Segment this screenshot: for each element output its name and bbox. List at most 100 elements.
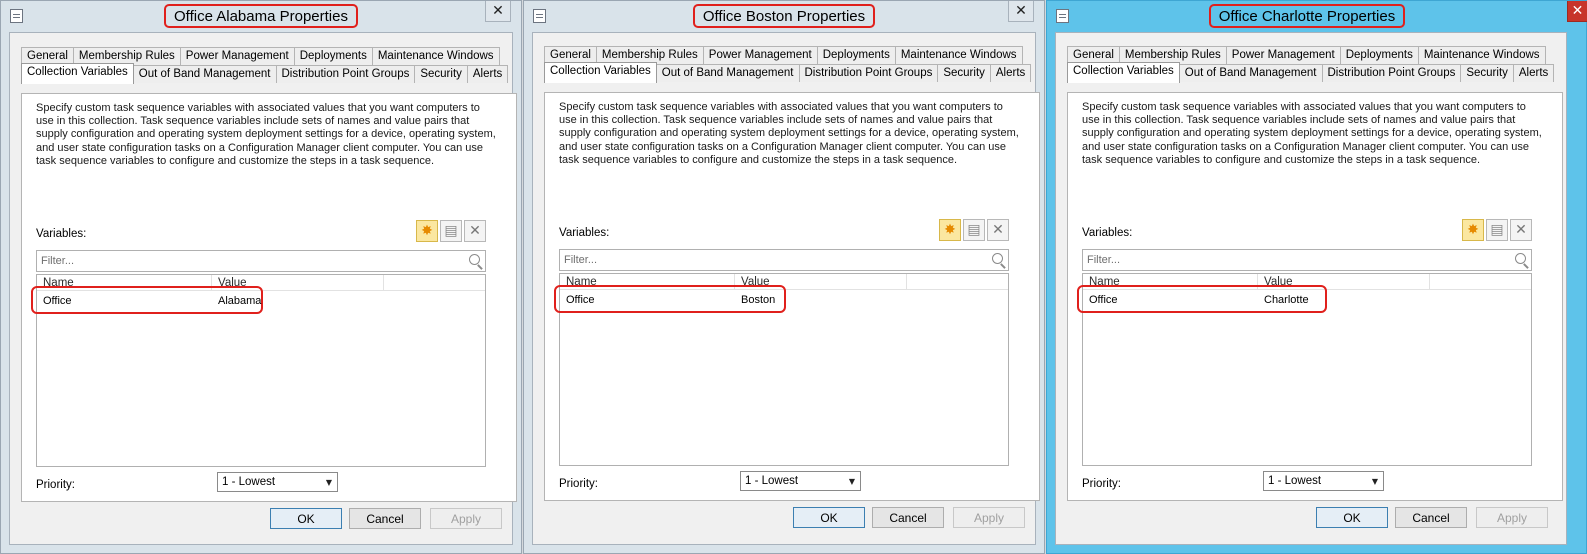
dialog-title: Office Charlotte Properties: [1208, 4, 1406, 28]
tab-maintenance-windows[interactable]: Maintenance Windows: [371, 47, 500, 65]
title-bar[interactable]: Office Alabama Properties ✕: [1, 1, 521, 32]
column-header-filler: [384, 275, 485, 290]
description-text: Specify custom task sequence variables w…: [1082, 101, 1542, 166]
tab-distribution-point-groups[interactable]: Distribution Point Groups: [275, 65, 416, 83]
properties-icon[interactable]: ▤: [440, 220, 462, 242]
cell-name: Office: [43, 295, 72, 307]
tab-out-of-band-management[interactable]: Out of Band Management: [132, 65, 277, 83]
table-row[interactable]: Office Charlotte: [1077, 285, 1531, 313]
priority-value: 1 - Lowest: [1268, 475, 1322, 487]
properties-icon[interactable]: ▤: [1486, 219, 1508, 241]
tab-out-of-band-management[interactable]: Out of Band Management: [1178, 64, 1323, 82]
cancel-button[interactable]: Cancel: [349, 508, 421, 529]
apply-button[interactable]: Apply: [1476, 507, 1548, 528]
cell-value: Boston: [741, 294, 776, 306]
delete-x-icon[interactable]: ✕: [1510, 219, 1532, 241]
dialog-icon[interactable]: [10, 9, 23, 23]
tab-distribution-point-groups[interactable]: Distribution Point Groups: [798, 64, 939, 82]
collection-variables-panel: Specify custom task sequence variables w…: [1067, 92, 1563, 501]
filter-input[interactable]: [37, 251, 457, 271]
filter-box: [1082, 249, 1532, 271]
ok-button[interactable]: OK: [270, 508, 342, 529]
tab-collection-variables[interactable]: Collection Variables: [1067, 62, 1180, 83]
tab-maintenance-windows[interactable]: Maintenance Windows: [1417, 46, 1546, 64]
title-bar[interactable]: Office Charlotte Properties ✕: [1047, 1, 1587, 32]
filter-box: [36, 250, 486, 272]
tab-security[interactable]: Security: [937, 64, 991, 82]
tab-security[interactable]: Security: [414, 65, 468, 83]
dialog-title: Office Boston Properties: [692, 4, 876, 28]
filter-input[interactable]: [1083, 250, 1503, 270]
cancel-button[interactable]: Cancel: [1395, 507, 1467, 528]
variables-list[interactable]: Name Value Office Boston: [554, 273, 1009, 466]
tab-deployments[interactable]: Deployments: [293, 47, 373, 65]
cancel-button[interactable]: Cancel: [872, 507, 944, 528]
tab-distribution-point-groups[interactable]: Distribution Point Groups: [1321, 64, 1462, 82]
filter-box: [559, 249, 1009, 271]
close-button[interactable]: ✕: [485, 1, 511, 22]
cell-name: Office: [566, 294, 595, 306]
tab-deployments[interactable]: Deployments: [1339, 46, 1419, 64]
table-row[interactable]: Office Alabama: [31, 286, 485, 314]
search-icon[interactable]: [1515, 253, 1526, 264]
table-row[interactable]: Office Boston: [554, 285, 1008, 313]
variables-list[interactable]: Name Value Office Alabama: [31, 274, 486, 467]
close-button[interactable]: ✕: [1008, 1, 1034, 22]
filter-input[interactable]: [560, 250, 980, 270]
priority-dropdown[interactable]: 1 - Lowest ▼: [1263, 471, 1384, 491]
variables-label: Variables:: [36, 228, 87, 240]
sunburst-new-icon[interactable]: ✸: [939, 219, 961, 241]
priority-dropdown[interactable]: 1 - Lowest ▼: [740, 471, 861, 491]
search-icon[interactable]: [992, 253, 1003, 264]
tab-power-management[interactable]: Power Management: [179, 47, 295, 65]
sunburst-new-icon[interactable]: ✸: [1462, 219, 1484, 241]
delete-x-icon[interactable]: ✕: [987, 219, 1009, 241]
properties-icon[interactable]: ▤: [963, 219, 985, 241]
close-button[interactable]: ✕: [1567, 1, 1587, 22]
variables-list[interactable]: Name Value Office Charlotte: [1077, 273, 1532, 466]
delete-x-icon[interactable]: ✕: [464, 220, 486, 242]
ok-button[interactable]: OK: [793, 507, 865, 528]
tab-power-management[interactable]: Power Management: [702, 46, 818, 64]
ok-button[interactable]: OK: [1316, 507, 1388, 528]
priority-label: Priority:: [559, 478, 598, 490]
chevron-down-icon[interactable]: ▼: [1367, 472, 1383, 490]
apply-button[interactable]: Apply: [953, 507, 1025, 528]
chevron-down-icon[interactable]: ▼: [844, 472, 860, 490]
search-icon[interactable]: [469, 254, 480, 265]
tab-collection-variables[interactable]: Collection Variables: [544, 62, 657, 83]
dialog-icon[interactable]: [1056, 9, 1069, 23]
description-text: Specify custom task sequence variables w…: [36, 102, 496, 167]
collection-variables-panel: Specify custom task sequence variables w…: [21, 93, 517, 502]
tab-power-management[interactable]: Power Management: [1225, 46, 1341, 64]
column-header-filler: [1430, 274, 1531, 289]
cell-value: Charlotte: [1264, 294, 1309, 306]
dialog-icon[interactable]: [533, 9, 546, 23]
tab-deployments[interactable]: Deployments: [816, 46, 896, 64]
column-header-filler: [907, 274, 1008, 289]
tab-out-of-band-management[interactable]: Out of Band Management: [655, 64, 800, 82]
sunburst-new-icon[interactable]: ✸: [416, 220, 438, 242]
dialog-client: General Membership Rules Power Managemen…: [532, 32, 1040, 545]
properties-dialog-alabama: Office Alabama Properties ✕ General Memb…: [0, 0, 522, 554]
tab-collection-variables[interactable]: Collection Variables: [21, 63, 134, 84]
tab-alerts[interactable]: Alerts: [466, 65, 509, 83]
title-bar[interactable]: Office Boston Properties ✕: [524, 1, 1044, 32]
dialog-client: General Membership Rules Power Managemen…: [9, 32, 517, 545]
tab-row-2: Collection Variables Out of Band Managem…: [544, 62, 1032, 83]
properties-dialog-charlotte: Office Charlotte Properties ✕ General Me…: [1046, 0, 1587, 554]
cell-value: Alabama: [218, 295, 262, 307]
properties-dialog-boston: Office Boston Properties ✕ General Membe…: [523, 0, 1045, 554]
tab-alerts[interactable]: Alerts: [989, 64, 1032, 82]
variables-label: Variables:: [1082, 227, 1133, 239]
apply-button[interactable]: Apply: [430, 508, 502, 529]
collection-variables-panel: Specify custom task sequence variables w…: [544, 92, 1040, 501]
tab-maintenance-windows[interactable]: Maintenance Windows: [894, 46, 1023, 64]
dialog-title: Office Alabama Properties: [164, 4, 358, 28]
priority-dropdown[interactable]: 1 - Lowest ▼: [217, 472, 338, 492]
priority-label: Priority:: [36, 479, 75, 491]
tab-security[interactable]: Security: [1460, 64, 1514, 82]
tab-alerts[interactable]: Alerts: [1512, 64, 1555, 82]
chevron-down-icon[interactable]: ▼: [321, 473, 337, 491]
variables-label: Variables:: [559, 227, 610, 239]
